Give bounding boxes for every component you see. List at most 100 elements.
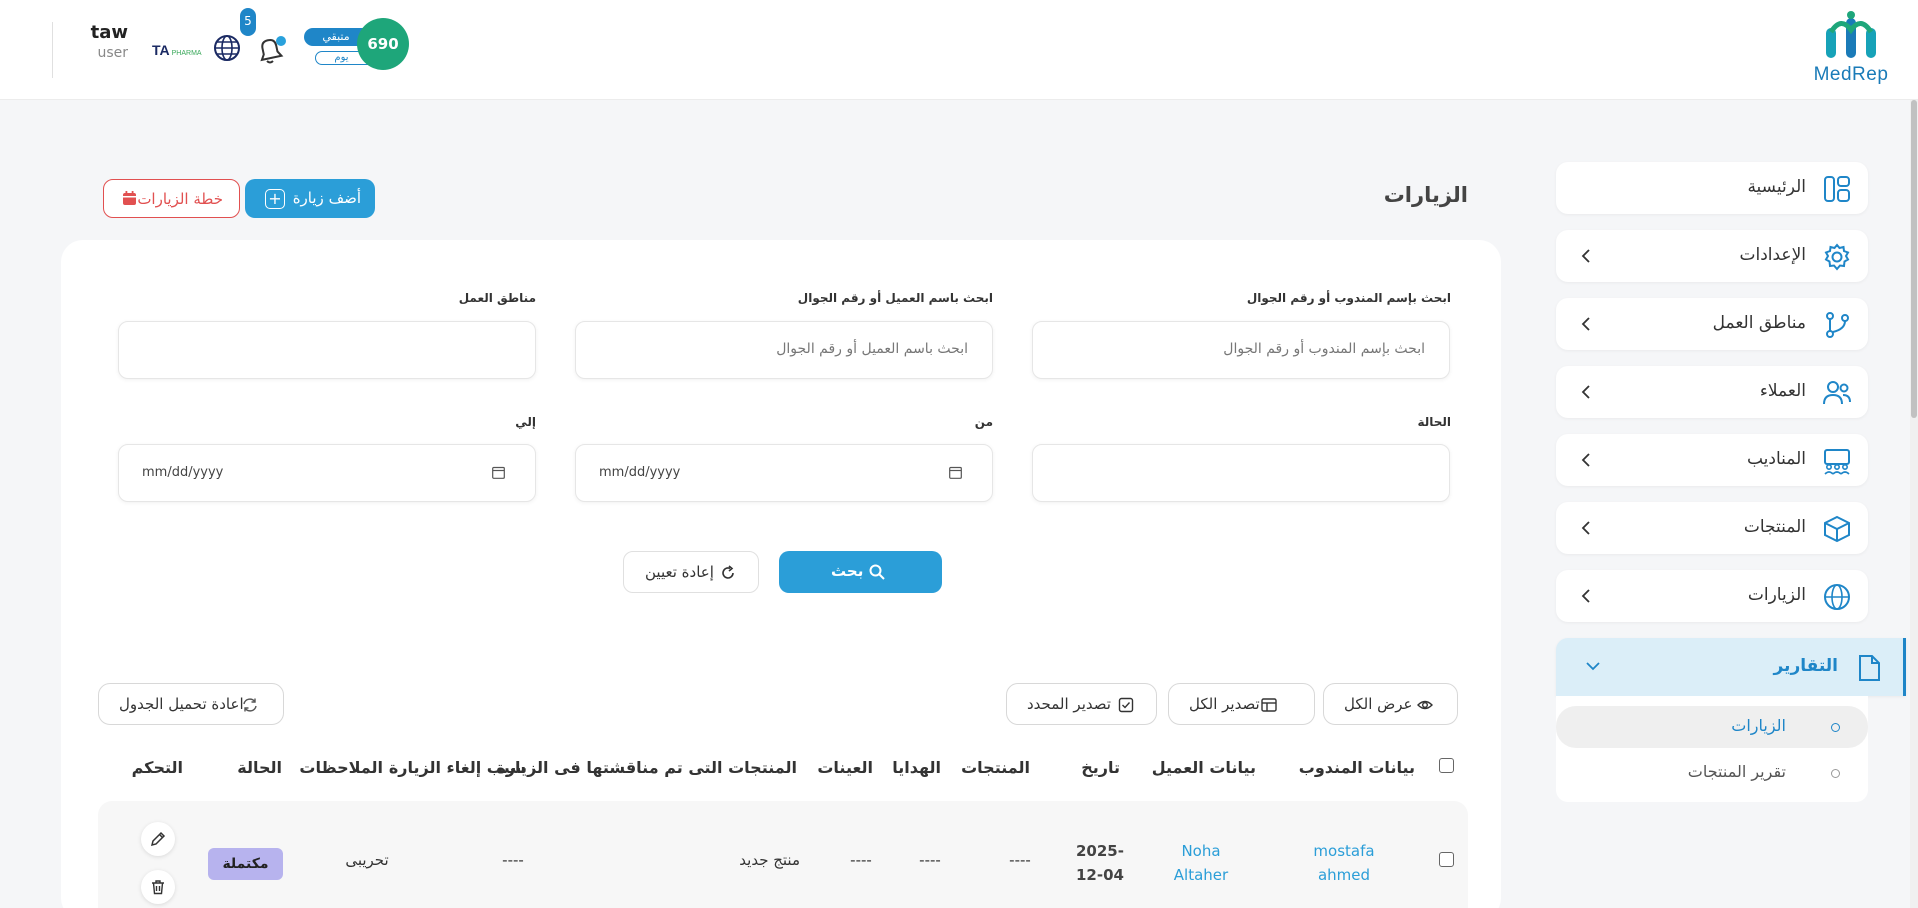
column-header-notes[interactable]: الملاحظات	[299, 758, 383, 777]
to-date-value: mm/dd/yyyy	[142, 465, 224, 480]
add-visit-button[interactable]: + أضف زيارة	[245, 179, 375, 218]
column-header-gifts[interactable]: الهدايا	[892, 758, 941, 777]
submenu-item-label: تقرير المنتجات	[1687, 762, 1786, 781]
bullet-icon	[1831, 769, 1840, 778]
globe-icon	[1824, 584, 1850, 610]
column-header-client[interactable]: بيانات العميل	[1152, 758, 1256, 777]
status-select[interactable]	[1032, 444, 1450, 502]
sidebar-item-home[interactable]: الرئيسية	[1556, 162, 1868, 214]
sidebar-item-settings[interactable]: الإعدادات	[1556, 230, 1868, 282]
show-all-button[interactable]: عرض الكل	[1323, 683, 1458, 725]
reload-table-label: اعادة تحميل الجدول	[119, 695, 244, 713]
samples-cell: ----	[850, 851, 872, 869]
sidebar-item-products[interactable]: المنتجات	[1556, 502, 1868, 554]
column-header-products[interactable]: المنتجات	[961, 758, 1030, 777]
sidebar-item-label: الإعدادات	[1739, 245, 1806, 265]
rep-search-label: ابحث بإسم المندوب أو رقم الجوال	[1246, 291, 1451, 305]
chevron-left-icon	[1581, 589, 1590, 603]
column-header-discussed-products[interactable]: المنتجات التى تم مناقشتها فى الزيارة	[496, 758, 797, 777]
show-all-label: عرض الكل	[1344, 695, 1413, 713]
chevron-left-icon	[1581, 453, 1590, 467]
chevron-left-icon	[1581, 521, 1590, 535]
calendar-icon[interactable]	[492, 466, 505, 479]
box-icon	[1824, 515, 1850, 543]
calendar-icon[interactable]	[949, 466, 962, 479]
eye-icon	[1417, 700, 1433, 710]
visit-plan-label: خطة الزيارات	[137, 190, 223, 208]
delete-button[interactable]	[141, 870, 175, 904]
sidebar-item-label: العملاء	[1759, 381, 1806, 401]
from-date-value: mm/dd/yyyy	[599, 465, 681, 480]
visit-date-year: 2025-	[1076, 842, 1124, 860]
client-search-input[interactable]: ابحث باسم العميل أو رقم الجوال	[575, 321, 993, 379]
to-date-input[interactable]: mm/dd/yyyy	[118, 444, 536, 502]
language-button[interactable]	[212, 33, 244, 65]
client-first-name: Noha	[1181, 842, 1221, 860]
export-selected-button[interactable]: تصدير المحدد	[1006, 683, 1157, 725]
rep-search-placeholder: ابحث بإسم المندوب أو رقم الجوال	[1223, 341, 1425, 357]
reports-submenu: الزيارات تقرير المنتجات	[1556, 696, 1868, 802]
plus-icon: +	[265, 189, 285, 209]
user-name: taw	[90, 22, 128, 43]
bullet-icon	[1831, 723, 1840, 732]
sidebar-item-label: الزيارات	[1747, 585, 1806, 605]
from-date-input[interactable]: mm/dd/yyyy	[575, 444, 993, 502]
column-header-rep[interactable]: بيانات المندوب	[1299, 758, 1415, 777]
user-role: user	[97, 45, 128, 61]
rep-name-link[interactable]: mostafa ahmed	[1302, 839, 1386, 887]
column-header-date[interactable]: تاريخ	[1081, 758, 1120, 777]
status-badge: مكتملة	[208, 848, 283, 880]
zones-label: مناطق العمل	[458, 291, 536, 305]
row-checkbox[interactable]	[1439, 852, 1454, 867]
chevron-left-icon	[1581, 249, 1590, 263]
export-all-button[interactable]: تصدير الكل	[1168, 683, 1315, 725]
branch-icon	[1826, 312, 1849, 338]
check-square-icon	[1118, 697, 1134, 713]
reset-label: إعادة تعيين	[645, 563, 714, 581]
export-selected-label: تصدير المحدد	[1027, 695, 1111, 713]
sidebar-item-visits[interactable]: الزيارات	[1556, 570, 1868, 622]
brand-name: TA	[152, 42, 170, 58]
scrollbar-thumb[interactable]	[1911, 100, 1917, 418]
logo-mark-icon	[1826, 11, 1876, 58]
gifts-cell: ----	[919, 851, 941, 869]
zones-select[interactable]	[118, 321, 536, 379]
edit-button[interactable]	[141, 822, 175, 856]
select-all-checkbox[interactable]	[1439, 758, 1454, 773]
refresh-icon	[243, 698, 257, 712]
sidebar-item-clients[interactable]: العملاء	[1556, 366, 1868, 418]
column-header-samples[interactable]: العينات	[817, 758, 873, 777]
sidebar-item-reports[interactable]: التقارير	[1556, 638, 1906, 696]
search-label: بحث	[831, 562, 864, 580]
status-label: الحالة	[1417, 415, 1451, 429]
points-counter: 690	[357, 18, 409, 70]
reset-button[interactable]: إعادة تعيين	[623, 551, 759, 593]
globe-icon	[214, 35, 240, 61]
cancel-reason-cell: ----	[502, 851, 524, 869]
sidebar-item-reps[interactable]: المناديب	[1556, 434, 1868, 486]
client-name-link[interactable]: Noha Altaher	[1162, 839, 1240, 887]
app-logo[interactable]: MedRep	[1808, 10, 1894, 90]
rep-first-name: mostafa	[1313, 842, 1375, 860]
submenu-item-visits[interactable]: الزيارات	[1556, 706, 1868, 748]
trash-icon	[152, 880, 164, 895]
logo-text: MedRep	[1813, 64, 1889, 85]
submenu-item-product-report[interactable]: تقرير المنتجات	[1556, 752, 1868, 794]
export-all-label: تصدير الكل	[1189, 695, 1260, 713]
page-title: الزيارات	[1383, 183, 1468, 207]
search-button[interactable]: بحث	[779, 551, 942, 593]
column-header-status[interactable]: الحالة	[237, 758, 282, 777]
sidebar-item-work-zones[interactable]: مناطق العمل	[1556, 298, 1868, 350]
reload-table-button[interactable]: اعادة تحميل الجدول	[98, 683, 284, 725]
sidebar-item-label: مناطق العمل	[1712, 313, 1806, 333]
chevron-left-icon	[1581, 317, 1590, 331]
search-icon	[869, 564, 885, 580]
visit-plan-button[interactable]: خطة الزيارات	[103, 179, 240, 218]
column-header-cancel-reason[interactable]: سبب إلغاء الزيارة	[389, 758, 526, 777]
top-header: MedRep taw user TA PHARMA 5 متبقي يوم 690	[0, 0, 1918, 100]
add-visit-label: أضف زيارة	[292, 189, 361, 207]
sidebar-item-label: التقارير	[1773, 656, 1838, 676]
user-menu[interactable]: taw user	[52, 22, 132, 78]
pencil-icon	[150, 831, 166, 847]
rep-search-input[interactable]: ابحث بإسم المندوب أو رقم الجوال	[1032, 321, 1450, 379]
